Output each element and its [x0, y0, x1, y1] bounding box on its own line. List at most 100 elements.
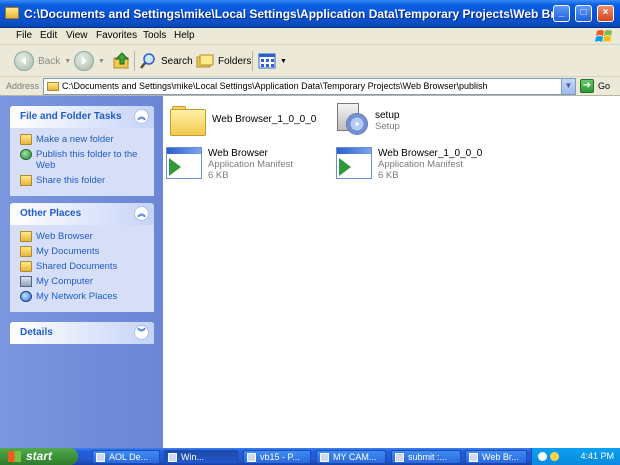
views-button[interactable]: ▼ — [258, 50, 287, 72]
toolbar: Back ▼ ▼ Search Folders ▼ — [0, 45, 620, 77]
windows-flag-icon — [8, 451, 21, 462]
folders-button[interactable]: Folders — [196, 50, 251, 72]
file-size: 6 KB — [208, 170, 229, 181]
computer-icon — [20, 276, 32, 287]
collapse-chevron-icon[interactable]: ︽ — [134, 109, 149, 124]
app-icon — [320, 453, 329, 462]
menu-favorites[interactable]: Favorites — [96, 30, 137, 41]
menu-file[interactable]: File — [16, 30, 32, 41]
other-places-panel: Other Places ︽ Web Browser My Documents … — [10, 203, 154, 312]
file-type: Application Manifest — [378, 159, 464, 170]
app-icon — [96, 453, 105, 462]
taskbar-item[interactable]: Win... — [164, 450, 238, 464]
panel-title: Other Places — [20, 208, 82, 219]
link-label: My Network Places — [36, 291, 118, 302]
go-arrow-icon: ➔ — [580, 79, 594, 93]
share-folder-link[interactable]: Share this folder — [20, 175, 148, 186]
toolbar-separator — [134, 51, 135, 71]
file-type: Application Manifest — [208, 159, 294, 170]
start-label: start — [26, 449, 53, 463]
address-bar: Address C:\Documents and Settings\mike\L… — [0, 77, 620, 96]
folders-label: Folders — [218, 55, 252, 67]
go-label: Go — [598, 81, 611, 91]
clock[interactable]: 4:41 PM — [580, 451, 614, 461]
task-label: Win... — [181, 452, 205, 462]
task-label: MY CAM... — [333, 452, 377, 462]
up-folder-icon — [113, 52, 130, 69]
panel-title: File and Folder Tasks — [20, 111, 122, 122]
menu-view[interactable]: View — [66, 30, 88, 41]
link-label: Shared Documents — [36, 261, 118, 272]
search-label: Search — [161, 55, 193, 67]
panel-header[interactable]: Other Places ︽ — [10, 203, 154, 225]
maximize-button[interactable]: □ — [575, 5, 592, 22]
taskbar-item[interactable]: MY CAM... — [316, 450, 386, 464]
link-label: My Computer — [36, 276, 94, 287]
address-input[interactable]: C:\Documents and Settings\mike\Local Set… — [43, 78, 576, 95]
place-my-documents[interactable]: My Documents — [20, 246, 148, 257]
menu-tools[interactable]: Tools — [143, 30, 166, 41]
file-name: Web Browser_1_0_0_0 — [378, 148, 483, 159]
tray-icon[interactable] — [550, 452, 559, 461]
task-label: vb15 - P... — [260, 452, 300, 462]
folder-icon — [5, 7, 19, 19]
panel-header[interactable]: File and Folder Tasks ︽ — [10, 106, 154, 128]
back-button[interactable]: Back ▼ — [14, 50, 71, 72]
menu-help[interactable]: Help — [174, 30, 195, 41]
place-web-browser[interactable]: Web Browser — [20, 231, 148, 242]
search-button[interactable]: Search — [139, 50, 193, 72]
link-label: My Documents — [36, 246, 100, 257]
place-shared-documents[interactable]: Shared Documents — [20, 261, 148, 272]
collapse-chevron-icon[interactable]: ︽ — [134, 206, 149, 221]
new-folder-icon — [20, 134, 32, 145]
address-label: Address — [6, 81, 40, 91]
application-manifest-icon — [336, 147, 372, 179]
folder-icon — [170, 106, 206, 136]
taskbar-item[interactable]: AOL De... — [92, 450, 160, 464]
file-item-manifest[interactable]: Web Browser Application Manifest 6 KB — [166, 147, 293, 181]
windows-logo-icon — [595, 30, 612, 42]
publish-folder-link[interactable]: Publish this folder to the Web — [20, 149, 148, 171]
title-bar[interactable]: C:\Documents and Settings\mike\Local Set… — [0, 0, 620, 28]
folders-icon — [196, 54, 214, 68]
folder-icon — [168, 453, 177, 462]
menu-bar: File Edit View Favorites Tools Help — [0, 28, 620, 45]
taskbar-item[interactable]: submit :... — [391, 450, 461, 464]
file-item-folder[interactable]: Web Browser_1_0_0_0 — [170, 106, 316, 136]
task-label: AOL De... — [109, 452, 149, 462]
taskbar-item[interactable]: Web Br... — [465, 450, 527, 464]
forward-button[interactable]: ▼ — [74, 50, 105, 72]
make-new-folder-link[interactable]: Make a new folder — [20, 134, 148, 145]
forward-arrow-icon — [74, 51, 94, 71]
documents-folder-icon — [20, 246, 32, 257]
go-button[interactable]: ➔ Go — [580, 79, 610, 93]
toolbar-separator — [252, 51, 253, 71]
window-title: C:\Documents and Settings\mike\Local Set… — [24, 7, 554, 21]
link-label: Publish this folder to the Web — [36, 149, 138, 171]
share-folder-icon — [20, 175, 32, 186]
system-tray: 4:41 PM — [531, 448, 620, 465]
place-my-computer[interactable]: My Computer — [20, 276, 148, 287]
file-name: setup — [375, 110, 400, 121]
back-arrow-icon — [14, 51, 34, 71]
link-label: Make a new folder — [36, 134, 114, 145]
shared-folder-icon — [20, 261, 32, 272]
file-size: 6 KB — [378, 170, 399, 181]
place-my-network-places[interactable]: My Network Places — [20, 291, 148, 302]
tray-icon[interactable] — [538, 452, 547, 461]
start-button[interactable]: start — [0, 448, 78, 465]
expand-chevron-icon[interactable]: ︾ — [134, 325, 149, 340]
panel-header[interactable]: Details ︾ — [10, 322, 154, 344]
task-pane: File and Folder Tasks ︽ Make a new folde… — [0, 96, 163, 448]
file-item-setup[interactable]: setup Setup — [333, 101, 400, 137]
browser-icon — [395, 453, 404, 462]
task-label: Web Br... — [482, 452, 519, 462]
minimize-button[interactable]: _ — [553, 5, 570, 22]
file-item-manifest[interactable]: Web Browser_1_0_0_0 Application Manifest… — [336, 147, 482, 181]
address-dropdown-button[interactable]: ▼ — [561, 79, 575, 94]
close-button[interactable]: × — [597, 5, 614, 22]
menu-edit[interactable]: Edit — [40, 30, 57, 41]
up-folder-button[interactable] — [112, 50, 132, 72]
address-value: C:\Documents and Settings\mike\Local Set… — [62, 81, 488, 91]
taskbar-item[interactable]: vb15 - P... — [243, 450, 311, 464]
